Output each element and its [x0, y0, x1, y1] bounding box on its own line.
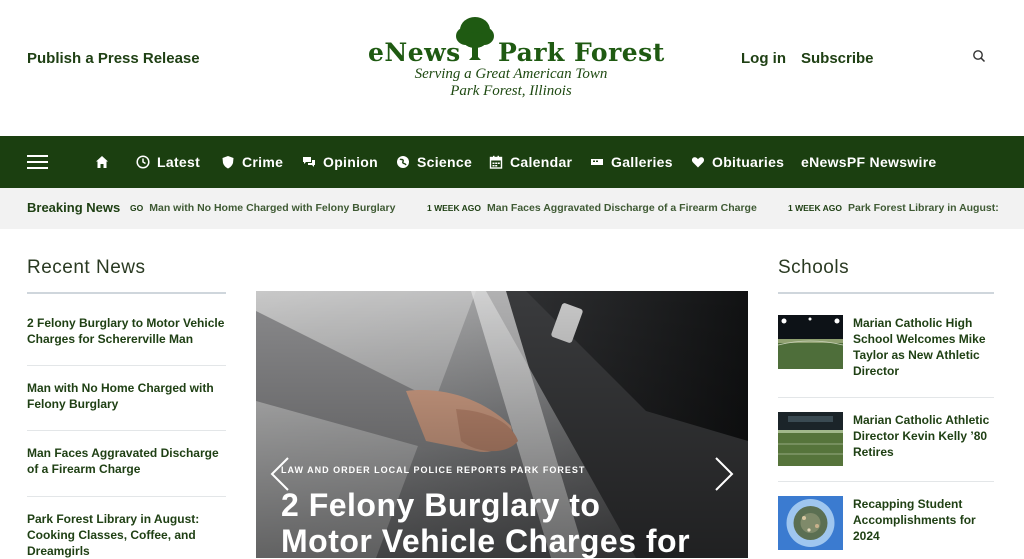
breaking-news-bar: Breaking News GO Man with No Home Charged…	[0, 188, 1024, 229]
ticker-time: 1 WEEK AGO	[427, 203, 481, 213]
ticker-item[interactable]: 1 WEEK AGO Man Faces Aggravated Discharge…	[427, 202, 757, 214]
schools-heading: Schools	[778, 257, 850, 278]
school-thumbnail[interactable]	[778, 412, 843, 466]
logo-location: Park Forest, Illinois	[450, 83, 572, 99]
hero-slider[interactable]: LAW AND ORDER LOCAL POLICE REPORTS PARK …	[256, 291, 748, 558]
comments-icon	[303, 157, 315, 167]
nav-opinion[interactable]: Opinion	[302, 152, 378, 172]
nav-galleries-label: Galleries	[611, 154, 673, 170]
publish-press-release-link[interactable]: Publish a Press Release	[27, 50, 200, 67]
menu-icon[interactable]	[27, 155, 48, 169]
clock-icon	[136, 155, 150, 169]
recent-news-item[interactable]: Man Faces Aggravated Discharge of a Fire…	[27, 445, 226, 477]
recent-news-heading: Recent News	[27, 257, 146, 278]
site-header: Publish a Press Release eNews Park Fores…	[0, 0, 1024, 136]
gallery-icon	[591, 159, 603, 165]
nav-calendar-label: Calendar	[510, 154, 573, 170]
nav-home[interactable]	[95, 152, 109, 172]
slider-next-icon[interactable]	[714, 457, 734, 491]
home-icon	[96, 156, 108, 168]
nav-calendar[interactable]: Calendar	[489, 152, 572, 172]
ticker-item[interactable]: GO Man with No Home Charged with Felony B…	[130, 202, 395, 214]
main-nav: Latest Crime Opinion Science Calendar Ga…	[0, 136, 1024, 188]
recent-news-item[interactable]: Man with No Home Charged with Felony Bur…	[27, 380, 226, 412]
logo-wordmark-left: eNews	[368, 38, 461, 67]
calendar-icon	[489, 155, 503, 169]
ticker-text: Man Faces Aggravated Discharge of a Fire…	[487, 202, 757, 214]
nav-latest-label: Latest	[157, 154, 201, 170]
nav-newswire[interactable]: eNewsPF Newswire	[801, 152, 937, 172]
recent-news-item[interactable]: Park Forest Library in August: Cooking C…	[27, 511, 226, 559]
nav-crime-label: Crime	[242, 154, 284, 170]
ticker-text: Park Forest Library in August:	[848, 202, 999, 214]
shield-icon	[222, 156, 234, 169]
hero-headline[interactable]: 2 Felony Burglary to Motor Vehicle Charg…	[281, 487, 701, 558]
recent-news-rule	[27, 292, 226, 294]
ticker-text: Man with No Home Charged with Felony Bur…	[149, 202, 396, 214]
nav-newswire-label: eNewsPF Newswire	[801, 154, 937, 170]
schools-rule	[778, 292, 994, 294]
nav-obituaries[interactable]: Obituaries	[691, 152, 784, 172]
recent-news-item[interactable]: 2 Felony Burglary to Motor Vehicle Charg…	[27, 315, 226, 347]
hero-categories[interactable]: LAW AND ORDER LOCAL POLICE REPORTS PARK …	[281, 465, 585, 475]
logo-wordmark-right: Park Forest	[498, 38, 665, 67]
nav-opinion-label: Opinion	[323, 154, 378, 170]
subscribe-link[interactable]: Subscribe	[801, 50, 874, 67]
site-logo[interactable]: eNews Park Forest Serving a Great Americ…	[366, 16, 664, 102]
school-article-title[interactable]: Recapping Student Accomplishments for 20…	[853, 496, 993, 544]
login-link[interactable]: Log in	[741, 50, 786, 67]
nav-latest[interactable]: Latest	[136, 152, 200, 172]
divider	[27, 496, 226, 497]
nav-science[interactable]: Science	[396, 152, 472, 172]
nav-obituaries-label: Obituaries	[712, 154, 785, 170]
school-thumbnail[interactable]	[778, 315, 843, 369]
school-article-title[interactable]: Marian Catholic Athletic Director Kevin …	[853, 412, 993, 460]
nav-galleries[interactable]: Galleries	[590, 152, 673, 172]
divider	[27, 365, 226, 366]
nav-crime[interactable]: Crime	[221, 152, 283, 172]
ticker-time: 1 WEEK AGO	[788, 203, 842, 213]
logo-tagline: Serving a Great American Town	[414, 66, 608, 82]
school-thumbnail[interactable]	[778, 496, 843, 550]
search-icon[interactable]	[972, 49, 986, 63]
school-article-title[interactable]: Marian Catholic High School Welcomes Mik…	[853, 315, 993, 379]
divider	[27, 430, 226, 431]
nav-science-label: Science	[417, 154, 473, 170]
ticker-time: GO	[130, 203, 144, 213]
globe-icon	[397, 156, 409, 168]
breaking-news-label: Breaking News	[27, 200, 121, 215]
divider	[778, 397, 994, 398]
tree-logo-icon	[456, 17, 494, 60]
divider	[778, 481, 994, 482]
heart-icon	[691, 157, 705, 168]
ticker-item[interactable]: 1 WEEK AGO Park Forest Library in August:	[788, 202, 999, 214]
